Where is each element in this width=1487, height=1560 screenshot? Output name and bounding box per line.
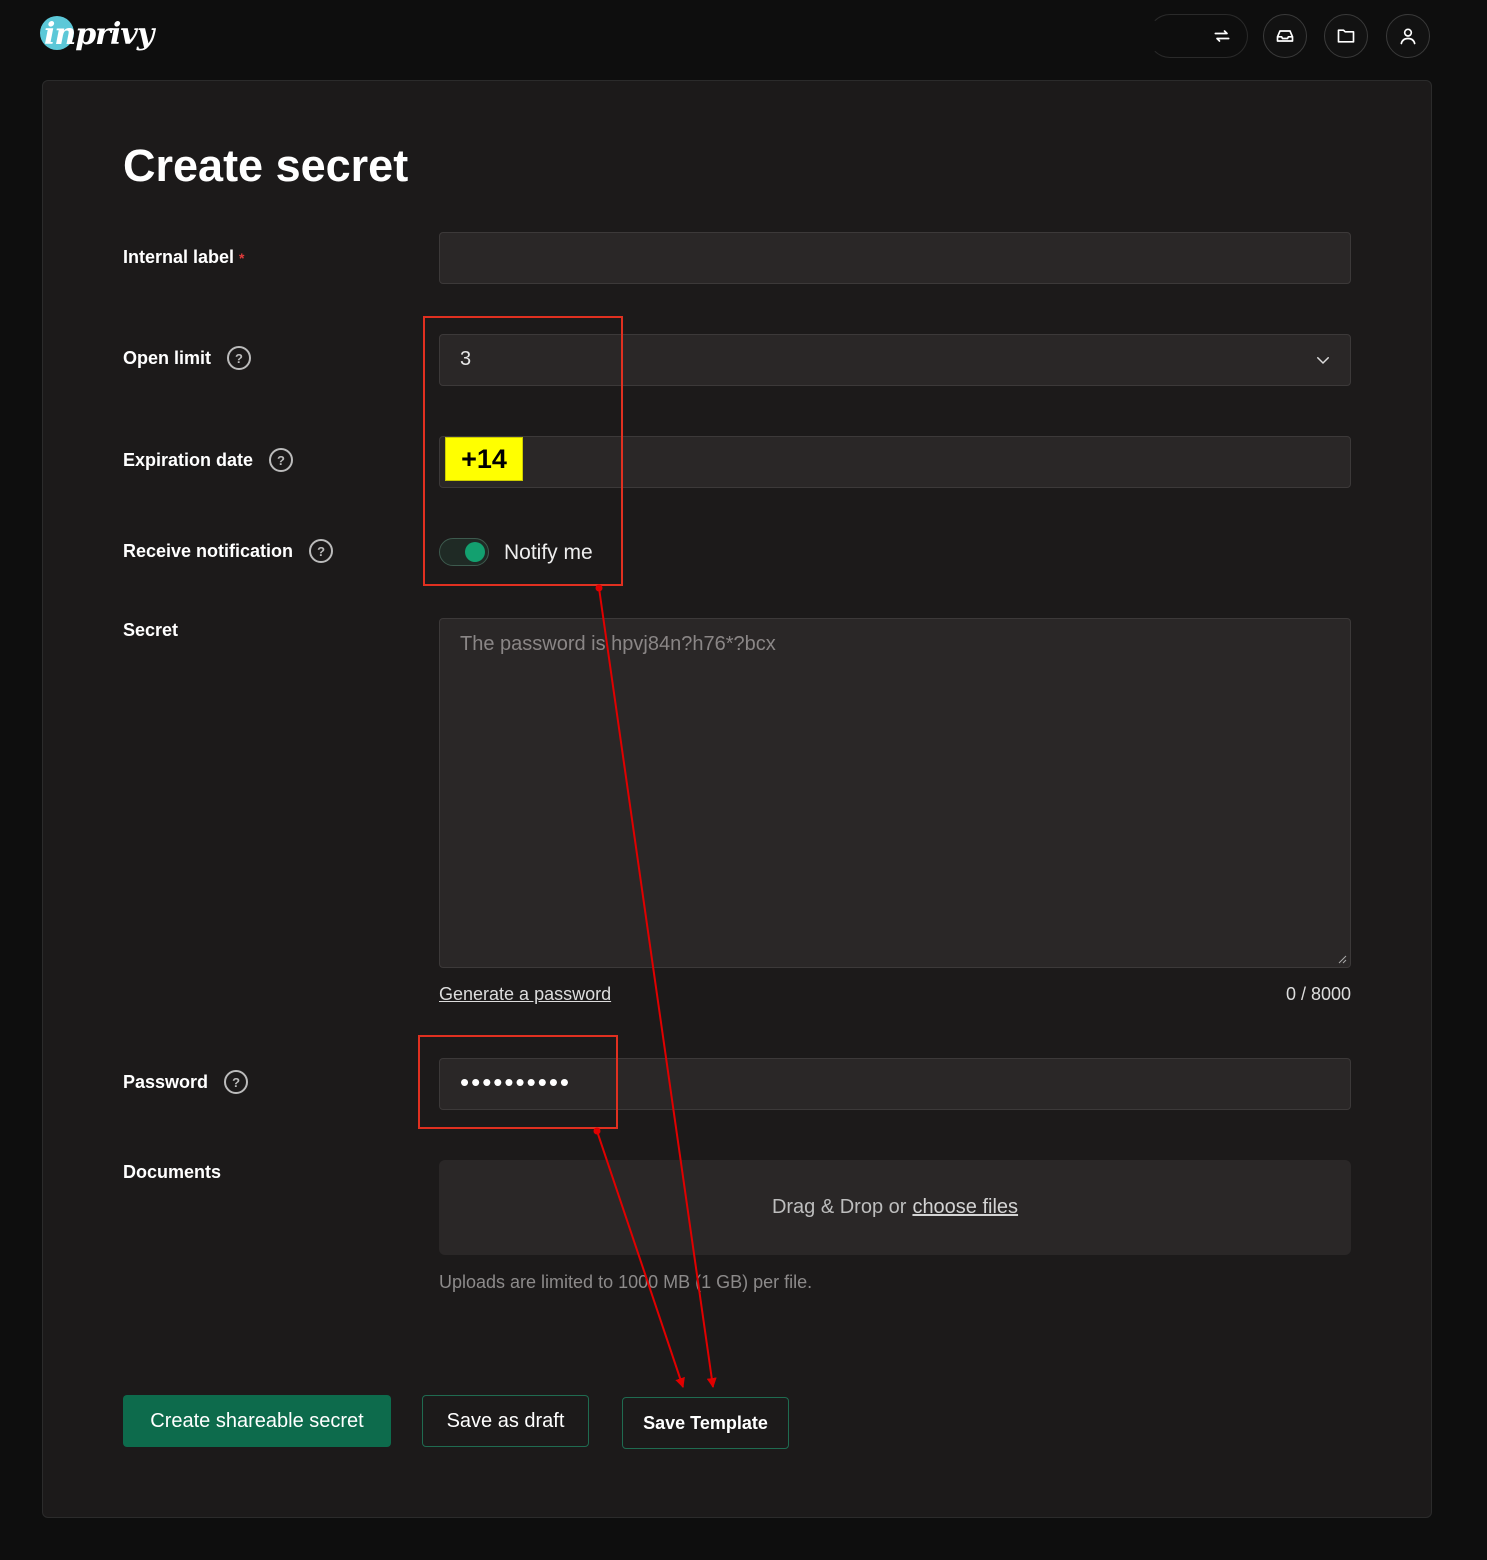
user-icon (1400, 28, 1416, 45)
inbox-button[interactable] (1263, 14, 1307, 58)
documents-text: Documents (123, 1162, 222, 1182)
exchange-button[interactable] (1148, 14, 1248, 58)
upload-limit-note: Uploads are limited to 1000 MB (1 GB) pe… (439, 1272, 813, 1292)
secret-text: Secret (123, 620, 179, 640)
annotation-box-password (418, 1035, 618, 1129)
internal-label-input[interactable] (439, 232, 1351, 284)
character-counter: 0 / 8000 (1285, 984, 1351, 1004)
folder-button[interactable] (1324, 14, 1368, 58)
secret-label: Secret (123, 620, 178, 641)
account-button[interactable] (1386, 14, 1430, 58)
dropzone-text: Drag & Drop or (771, 1196, 907, 1218)
help-icon[interactable]: ? (224, 1070, 249, 1094)
secret-textarea[interactable]: The password is hpvj84n?h76*?bcx (439, 618, 1351, 968)
save-as-draft-button[interactable]: Save as draft (422, 1395, 589, 1447)
receive-notification-label: Receive notification ? (123, 539, 334, 563)
choose-files-link[interactable]: choose files (912, 1196, 1018, 1219)
resize-handle-icon[interactable] (1337, 954, 1347, 964)
secret-placeholder: The password is hpvj84n?h76*?bcx (460, 633, 776, 655)
top-bar: inprivy (0, 0, 1487, 72)
expiration-date-label: Expiration date ? (123, 448, 294, 472)
annotation-box-settings (423, 316, 623, 586)
folder-icon (1337, 29, 1355, 43)
inbox-icon (1276, 30, 1294, 42)
generate-password-link[interactable]: Generate a password (439, 984, 611, 1005)
password-text: Password (123, 1071, 209, 1092)
create-shareable-secret-button[interactable]: Create shareable secret (123, 1395, 391, 1447)
documents-dropzone[interactable]: Drag & Drop or choose files (439, 1160, 1351, 1255)
save-template-button[interactable]: Save Template (622, 1397, 789, 1449)
internal-label-text: Internal label (123, 247, 235, 267)
receive-notification-text: Receive notification (123, 540, 294, 561)
required-mark: * (239, 249, 245, 266)
expiration-date-text: Expiration date (123, 449, 254, 470)
help-icon[interactable]: ? (309, 539, 334, 563)
logo-text: inprivy (44, 16, 154, 52)
logo[interactable]: inprivy (40, 12, 154, 56)
open-limit-label: Open limit ? (123, 346, 252, 370)
internal-label-label: Internal label * (123, 247, 245, 268)
open-limit-text: Open limit (123, 347, 212, 368)
help-icon[interactable]: ? (227, 346, 252, 370)
chevron-down-icon (1317, 357, 1329, 365)
help-icon[interactable]: ? (269, 448, 294, 472)
page-title: Create secret (123, 140, 409, 191)
exchange-icon (1214, 30, 1230, 42)
documents-label: Documents (123, 1162, 221, 1183)
password-label: Password ? (123, 1070, 249, 1094)
